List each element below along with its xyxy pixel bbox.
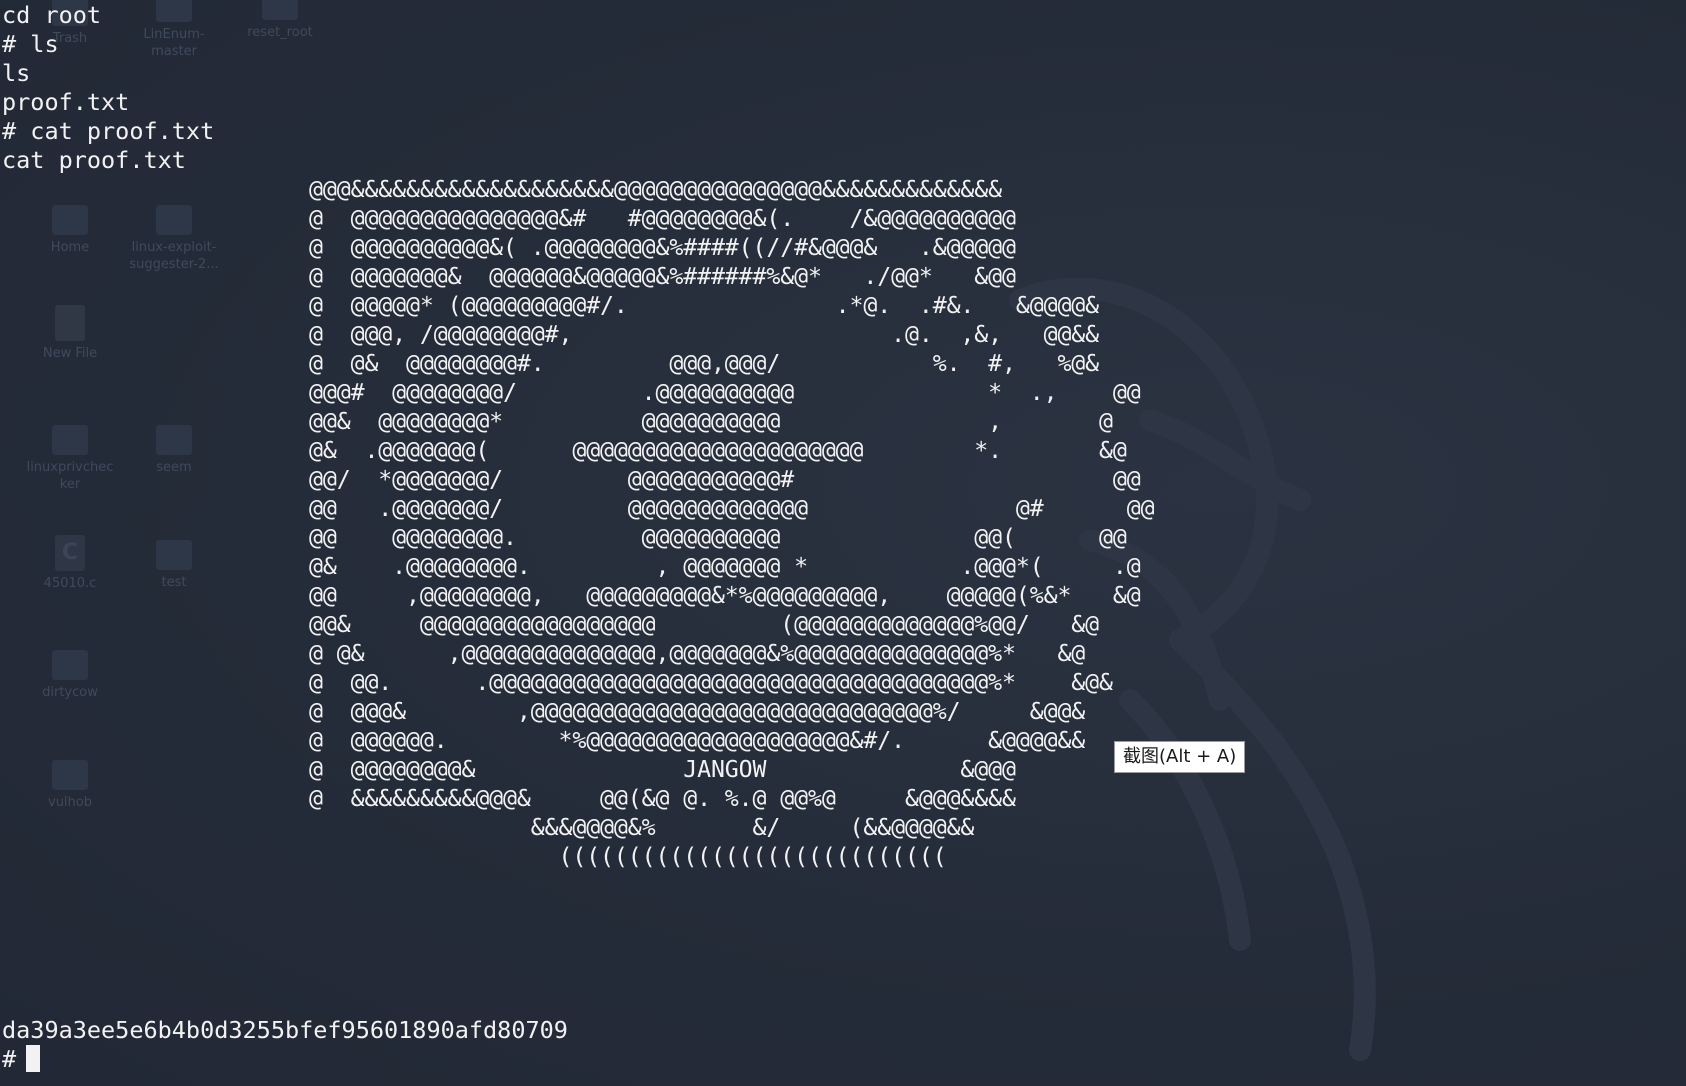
terminal-line: proof.txt	[2, 88, 130, 116]
prompt-symbol: #	[2, 1045, 17, 1073]
ascii-art-banner: @@@&&&&&&&&&&&&&&&&&&&@@@@@@@@@@@@@@@&&&…	[309, 176, 1155, 870]
proof-hash: da39a3ee5e6b4b0d3255bfef95601890afd80709	[2, 1016, 568, 1044]
terminal-line: ls	[2, 59, 31, 87]
terminal-line: # ls	[2, 30, 59, 58]
desktop: Trash LinEnum- master reset_root Home li…	[0, 0, 1686, 1086]
terminal-line: cat proof.txt	[2, 146, 186, 174]
terminal-line: cd root	[2, 1, 102, 29]
screenshot-tooltip: 截图(Alt + A)	[1114, 741, 1246, 773]
terminal-line: # cat proof.txt	[2, 117, 215, 145]
terminal-output[interactable]: cd root # ls ls proof.txt # cat proof.tx…	[0, 0, 1686, 1086]
text-cursor	[26, 1045, 41, 1072]
shell-prompt[interactable]: #	[2, 1045, 41, 1074]
